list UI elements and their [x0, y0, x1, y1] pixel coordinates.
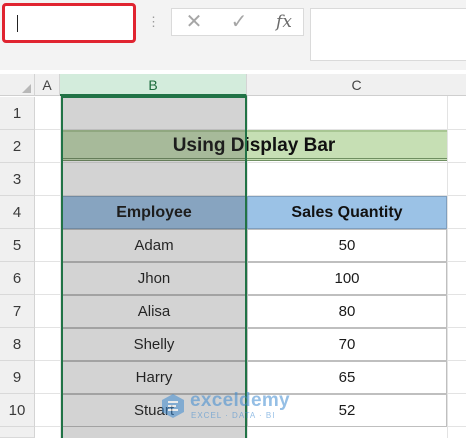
row-header-9[interactable]: 9 — [0, 361, 35, 394]
name-box[interactable] — [2, 3, 136, 43]
row-header-10[interactable]: 10 — [0, 394, 35, 427]
select-all-triangle-icon — [22, 84, 31, 93]
row-header-3[interactable]: 3 — [0, 163, 35, 196]
cancel-icon[interactable]: ✕ — [180, 9, 208, 35]
formula-input[interactable] — [310, 8, 466, 61]
column-header-c[interactable]: C — [247, 74, 466, 96]
row-header-2[interactable]: 2 — [0, 130, 35, 163]
column-header-b[interactable]: B — [60, 74, 247, 96]
table-header-sales-quantity[interactable]: Sales Quantity — [247, 196, 447, 229]
table-cell-sales[interactable]: 100 — [247, 262, 447, 295]
insert-function-button[interactable]: fx — [270, 9, 298, 35]
watermark-name: exceldemy — [190, 390, 290, 411]
check-icon[interactable]: ✓ — [225, 9, 253, 35]
text-cursor — [17, 15, 18, 32]
table-cell-sales[interactable]: 50 — [247, 229, 447, 262]
row-header-6[interactable]: 6 — [0, 262, 35, 295]
column-b-selection — [61, 96, 247, 438]
formula-bar-splitter[interactable]: ⋮ — [147, 13, 160, 31]
row-header-5[interactable]: 5 — [0, 229, 35, 262]
row-header-8[interactable]: 8 — [0, 328, 35, 361]
row-header-11[interactable] — [0, 427, 35, 438]
row-header-4[interactable]: 4 — [0, 196, 35, 229]
exceldemy-logo-icon — [162, 394, 184, 418]
formula-buttons: ✕ ✓ fx — [171, 8, 304, 36]
table-cell-sales[interactable]: 70 — [247, 328, 447, 361]
exceldemy-watermark: exceldemy EXCEL · DATA · BI — [160, 390, 310, 424]
column-header-a[interactable]: A — [35, 74, 60, 96]
row-header-7[interactable]: 7 — [0, 295, 35, 328]
gridline — [447, 96, 448, 438]
table-cell-sales[interactable]: 80 — [247, 295, 447, 328]
row-header-1[interactable]: 1 — [0, 97, 35, 130]
watermark-tagline: EXCEL · DATA · BI — [191, 411, 276, 420]
